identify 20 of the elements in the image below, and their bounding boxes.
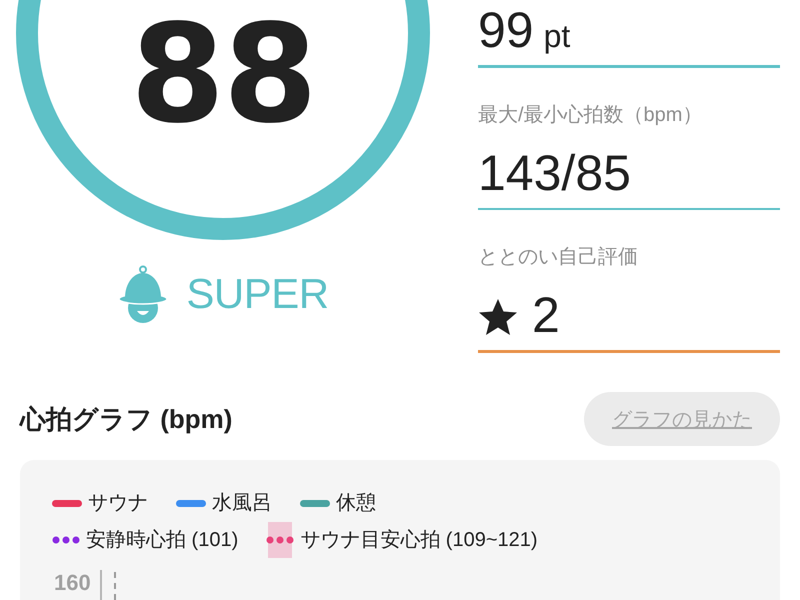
hat-face-icon [117, 265, 170, 323]
legend-label: サウナ目安心拍 (109~121) [300, 528, 538, 553]
dashed-marker-line [114, 572, 116, 600]
stat-value: 99 [478, 2, 534, 58]
stat-label: 最大/最小心拍数（bpm） [478, 102, 702, 128]
section-title: 心拍グラフ (bpm) [20, 403, 232, 436]
legend-label: 休憩 [336, 491, 376, 516]
y-axis-line [100, 570, 102, 600]
y-axis-tick-label: 160 [54, 570, 91, 596]
rating-value: 2 [532, 287, 560, 343]
legend-label: 安静時心拍 (101) [86, 528, 238, 553]
stat-value: 143/85 [478, 144, 631, 200]
star-icon [478, 298, 518, 336]
legend-label: サウナ [88, 491, 148, 516]
rank-label: SUPER [186, 270, 329, 318]
graph-help-button[interactable]: グラフの見かた [584, 392, 780, 446]
legend-label: 水風呂 [212, 491, 272, 516]
score-value: 88 [130, 7, 316, 143]
stat-label: ととのい自己評価 [478, 245, 638, 270]
stat-unit: pt [544, 17, 570, 56]
